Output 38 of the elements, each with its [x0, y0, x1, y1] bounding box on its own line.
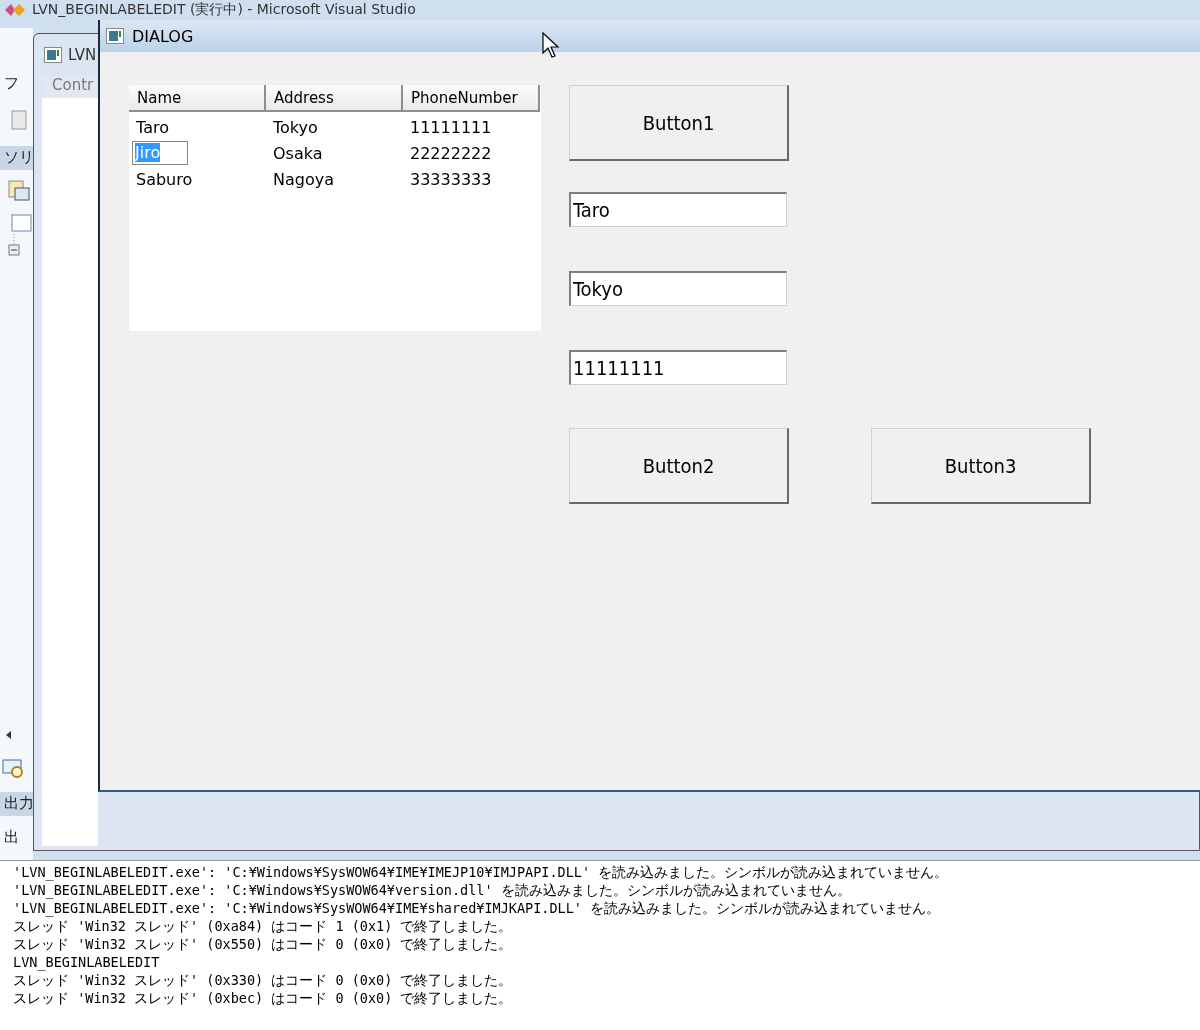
- column-header[interactable]: Name: [129, 85, 266, 112]
- output-line: スレッド 'Win32 スレッド' (0xbec) はコード 0 (0x0) で終了しました。: [13, 989, 514, 1007]
- output-line: 'LVN_BEGINLABELEDIT.exe': 'C:¥Windows¥SysWOW64¥IME¥IMEJP10¥IMJPAPI.DLL' を読み込みました。シンボルが読み込まれていません。: [13, 863, 950, 881]
- table-cell-text: Saburo: [135, 169, 194, 189]
- panel-title: 出力: [4, 794, 34, 813]
- push-button[interactable]: Button2: [569, 428, 789, 504]
- tab-label[interactable]: 出: [4, 828, 19, 847]
- text-field[interactable]: Tokyo: [569, 271, 787, 306]
- push-button[interactable]: Button3: [871, 428, 1091, 504]
- table-cell-text: Osaka: [272, 143, 324, 163]
- output-line: スレッド 'Win32 スレッド' (0x330) はコード 0 (0x0) で終了しました。: [13, 971, 514, 989]
- app-title: LVN_BEGINLABELEDIT (実行中) - Microsoft Visual Studio: [32, 1, 416, 19]
- output-line: スレッド 'Win32 スレッド' (0xa84) はコード 1 (0x1) で終了しました。: [13, 917, 514, 935]
- menu-item[interactable]: フ: [4, 74, 19, 93]
- window-title: DIALOG: [132, 26, 194, 46]
- output-line: スレッド 'Win32 スレッド' (0x550) はコード 0 (0x0) で終了しました。: [13, 935, 514, 953]
- tab[interactable]: Contr: [42, 76, 98, 98]
- window-icon: [106, 28, 124, 44]
- push-button[interactable]: Button1: [569, 85, 789, 161]
- table-cell-text: 11111111: [409, 117, 493, 137]
- column-header[interactable]: Address: [266, 85, 403, 112]
- column-header[interactable]: PhoneNumber: [403, 85, 540, 112]
- table-cell-text: 33333333: [409, 169, 493, 189]
- output-line: 'LVN_BEGINLABELEDIT.exe': 'C:¥Windows¥SysWOW64¥version.dll' を読み込みました。シンボルが読み込まれていません。: [13, 881, 852, 899]
- output-line: 'LVN_BEGINLABELEDIT.exe': 'C:¥Windows¥SysWOW64¥IME¥shared¥IMJKAPI.DLL' を読み込みました。シンボルが読み込まれていません。: [13, 899, 942, 917]
- panel-title: ソリ: [4, 148, 34, 167]
- app-logo-icon: [4, 3, 26, 17]
- table-cell-text: 22222222: [409, 143, 493, 163]
- table-cell-text: Nagoya: [272, 169, 335, 189]
- cursor-icon: [542, 32, 560, 58]
- window-title: LVN: [68, 46, 97, 64]
- window-icon: [44, 47, 62, 63]
- table-cell-text: Taro: [135, 117, 170, 137]
- text-field[interactable]: Taro: [569, 192, 787, 227]
- text-field[interactable]: 11111111: [569, 350, 787, 385]
- table-cell-text: Tokyo: [272, 117, 319, 137]
- output-line: LVN_BEGINLABELEDIT: [13, 953, 161, 971]
- document-list-icon: [8, 180, 30, 202]
